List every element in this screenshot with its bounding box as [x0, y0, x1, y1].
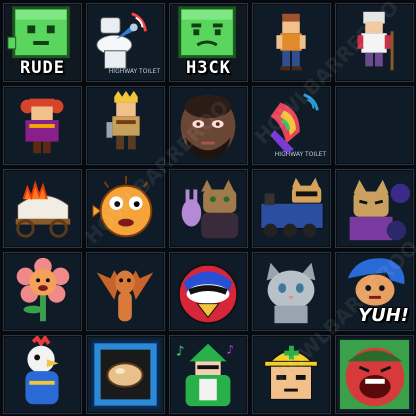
emote-tile-yelling-man[interactable]	[335, 335, 414, 414]
emote-tile-pixel-adventurer[interactable]	[252, 3, 331, 82]
svg-text:♪: ♪	[176, 343, 185, 359]
emote-tile-bearded-man[interactable]	[169, 86, 248, 165]
emote-tile-pufferfish[interactable]	[86, 169, 165, 248]
grey-cat-icon	[266, 262, 316, 324]
covered-wagon-fire-icon	[15, 180, 71, 238]
pixel-crowned-hero-icon	[106, 90, 140, 150]
horn-label: HIGHWAY TOILET	[274, 151, 326, 158]
emote-tile-bat-creature[interactable]	[86, 252, 165, 331]
empty-slot-icon	[336, 87, 413, 164]
emote-tile-cat-with-bomb[interactable]	[335, 169, 414, 248]
emote-tile-green-armored-hero[interactable]: ♪ ♪	[169, 335, 248, 414]
flower-creature-icon	[16, 257, 70, 322]
rooster-wrestler-icon	[25, 336, 59, 405]
svg-text:♪: ♪	[227, 343, 234, 357]
pufferfish-icon	[92, 175, 153, 238]
bat-creature-icon	[96, 270, 154, 322]
emote-tile-hardhat-worker[interactable]	[252, 335, 331, 414]
emote-tile-rude[interactable]: RUDE	[3, 3, 82, 82]
yelling-man-icon	[339, 339, 410, 410]
emote-tile-pixel-crowned-hero[interactable]	[86, 86, 165, 165]
cat-with-bunny-icon	[181, 179, 239, 239]
emote-caption: H3CK	[186, 58, 231, 78]
egg-item-box-icon	[91, 340, 160, 409]
cat-with-bomb-icon	[349, 179, 411, 241]
emote-tile-cat-on-train[interactable]	[252, 169, 331, 248]
emote-tile-highway-toilet[interactable]: HIGHWAY TOILET	[86, 3, 165, 82]
emote-tile-h3ck[interactable]: H3CK	[169, 3, 248, 82]
emote-tile-grey-cat[interactable]	[252, 252, 331, 331]
green-armored-hero-icon: ♪ ♪	[176, 343, 234, 407]
bird-robot-icon	[177, 263, 239, 325]
emote-tile-bird-robot[interactable]	[169, 252, 248, 331]
emote-tile-blue-hair-cat[interactable]: YUH!	[335, 252, 414, 331]
pixel-adventurer-icon	[276, 13, 306, 71]
emote-tile-flower-creature[interactable]	[3, 252, 82, 331]
emote-tile-pixel-old-man[interactable]	[335, 3, 414, 82]
yuh-caption: YUH!	[358, 305, 409, 326]
emote-tile-empty[interactable]	[335, 86, 414, 165]
emote-tile-pixel-redhead-girl[interactable]	[3, 86, 82, 165]
emote-tile-cat-with-bunny[interactable]	[169, 169, 248, 248]
emote-tile-covered-wagon[interactable]	[3, 169, 82, 248]
emote-tile-rainbow-horn[interactable]: HIGHWAY TOILET	[252, 86, 331, 165]
emote-caption: RUDE	[20, 58, 65, 78]
bearded-man-icon	[180, 94, 236, 160]
hardhat-worker-icon	[264, 345, 318, 400]
cat-on-train-icon	[260, 177, 324, 238]
emote-grid: RUDE HIGHWAY TOILET H3CK HIGHWAY TOILET …	[0, 0, 416, 416]
pixel-old-man-icon	[357, 11, 394, 71]
emote-tile-egg-item-box[interactable]	[86, 335, 165, 414]
pixel-redhead-girl-icon	[20, 98, 64, 154]
toilet-label: HIGHWAY TOILET	[108, 68, 160, 75]
emote-tile-rooster-wrestler[interactable]	[3, 335, 82, 414]
